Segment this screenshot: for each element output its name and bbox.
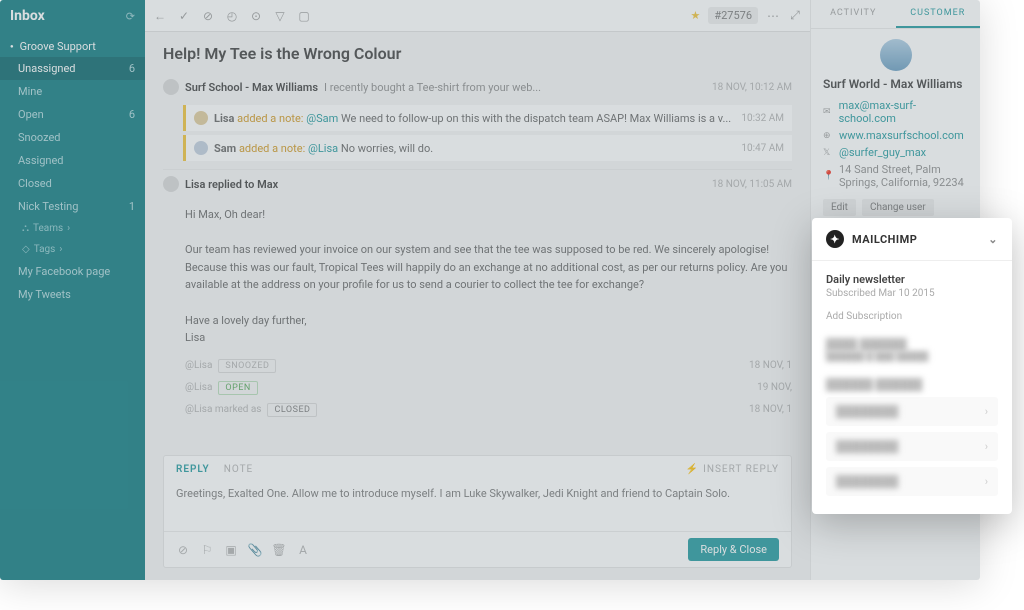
mailchimp-icon: ✦ <box>826 230 844 248</box>
blurred-item: ████████› <box>826 432 998 461</box>
reply-close-button[interactable]: Reply & Close <box>688 538 779 561</box>
sidebar-item-tweets[interactable]: My Tweets <box>0 283 145 306</box>
status-event: @Lisa marked asCLOSED18 NOV, 1 <box>163 399 792 421</box>
ticket-toolbar: ← ✓ ⊘ ◴ ⊙ ▽ ▢ ★ #27576 ⋯ ⤢ <box>145 0 810 32</box>
tab-activity[interactable]: ACTIVITY <box>811 0 896 28</box>
sidebar-item-unassigned[interactable]: Unassigned6 <box>0 57 145 80</box>
edit-customer-button[interactable]: Edit <box>823 199 856 216</box>
customer-avatar <box>880 39 912 71</box>
avatar <box>163 79 179 95</box>
twitter-icon: 𝕏 <box>823 148 833 158</box>
assign-icon[interactable]: ⚐ <box>200 543 214 557</box>
status-event: @LisaOPEN19 NOV, <box>163 377 792 399</box>
back-icon[interactable]: ← <box>153 9 167 23</box>
customer-website[interactable]: ⊕www.maxsurfschool.com <box>823 127 968 144</box>
sidebar-item-assigned[interactable]: Assigned <box>0 149 145 172</box>
filter-icon[interactable]: ▽ <box>273 9 287 23</box>
chevron-down-icon[interactable]: ⌄ <box>988 233 998 246</box>
change-user-button[interactable]: Change user <box>862 199 934 216</box>
mailbox-name[interactable]: Groove Support <box>0 36 145 57</box>
refresh-icon[interactable]: ⟳ <box>126 10 135 23</box>
sidebar-teams[interactable]: ⛬Teams› <box>0 218 145 239</box>
tag-icon[interactable]: ⊘ <box>176 543 190 557</box>
subscription-date: Subscribed Mar 10 2015 <box>826 288 998 299</box>
status-event: @LisaSNOOZED18 NOV, 1 <box>163 355 792 377</box>
blurred-section-label: ████ ██████ <box>826 338 998 351</box>
check-icon[interactable]: ✓ <box>177 9 191 23</box>
sidebar-item-closed[interactable]: Closed <box>0 172 145 195</box>
compose-box: REPLY NOTE ⚡INSERT REPLY Greetings, Exal… <box>163 455 792 568</box>
customer-address: 📍14 Sand Street, Palm Springs, Californi… <box>823 161 968 191</box>
customer-email[interactable]: ✉max@max-surf-school.com <box>823 97 968 127</box>
blurred-section-label: ██████ ██████ <box>826 378 998 391</box>
ticket-title: Help! My Tee is the Wrong Colour <box>145 32 810 73</box>
sidebar-item-snoozed[interactable]: Snoozed <box>0 126 145 149</box>
conversation-thread: Surf School - Max Williams I recently bo… <box>145 73 810 447</box>
sidebar-tags[interactable]: ◇Tags› <box>0 239 145 260</box>
expand-icon[interactable]: ⤢ <box>788 9 802 23</box>
lightning-icon: ⚡ <box>686 464 699 475</box>
blurred-item: ████████› <box>826 397 998 426</box>
message-reply-body: Hi Max, Oh dear! Our team has reviewed y… <box>163 198 792 355</box>
inbox-sidebar: Inbox ⟳ Groove Support Unassigned6 Mine … <box>0 0 145 580</box>
sidebar-item-mine[interactable]: Mine <box>0 80 145 103</box>
internal-note[interactable]: Lisa added a note: @Sam We need to follo… <box>183 105 792 131</box>
tag-icon: ◇ <box>22 244 30 255</box>
compose-textarea[interactable]: Greetings, Exalted One. Allow me to intr… <box>164 481 791 531</box>
insert-reply-button[interactable]: ⚡INSERT REPLY <box>686 464 779 475</box>
customer-name: Surf World - Max Williams <box>823 77 968 91</box>
trash-icon[interactable]: 🗑 <box>272 543 286 557</box>
internal-note[interactable]: Sam added a note: @Lisa No worries, will… <box>183 135 792 161</box>
format-icon[interactable]: A <box>296 543 310 557</box>
globe-icon: ⊕ <box>823 131 833 141</box>
pin-icon: 📍 <box>823 171 833 181</box>
avatar <box>194 111 208 125</box>
ticket-number[interactable]: #27576 <box>708 7 758 24</box>
message-reply-header[interactable]: Lisa replied to Max 18 NOV, 11:05 AM <box>163 169 792 198</box>
compose-tab-reply[interactable]: REPLY <box>176 464 210 475</box>
assign-icon[interactable]: ⊙ <box>249 9 263 23</box>
more-icon[interactable]: ⋯ <box>766 9 780 23</box>
mailchimp-header[interactable]: ✦ MAILCHIMP ⌄ <box>812 218 1012 261</box>
attach-icon[interactable]: 📎 <box>248 543 262 557</box>
sidebar-item-nick-testing[interactable]: Nick Testing1 <box>0 195 145 218</box>
blurred-item: ████████› <box>826 467 998 496</box>
avatar <box>194 141 208 155</box>
avatar <box>163 176 179 192</box>
main-panel: ← ✓ ⊘ ◴ ⊙ ▽ ▢ ★ #27576 ⋯ ⤢ Help! My Tee … <box>145 0 810 580</box>
mailchimp-widget: ✦ MAILCHIMP ⌄ Daily newsletter Subscribe… <box>812 218 1012 514</box>
compose-tab-note[interactable]: NOTE <box>224 464 254 475</box>
clock-icon[interactable]: ◴ <box>225 9 239 23</box>
image-icon[interactable]: ▣ <box>224 543 238 557</box>
tab-customer[interactable]: CUSTOMER <box>896 0 981 28</box>
archive-icon[interactable]: ▢ <box>297 9 311 23</box>
add-subscription-button[interactable]: Add Subscription <box>826 311 998 322</box>
mail-icon: ✉ <box>823 107 833 117</box>
sidebar-title: Inbox <box>10 8 45 24</box>
tag-icon[interactable]: ⊘ <box>201 9 215 23</box>
newsletter-name: Daily newsletter <box>826 273 998 286</box>
sidebar-item-facebook[interactable]: My Facebook page <box>0 260 145 283</box>
customer-twitter[interactable]: 𝕏@surfer_guy_max <box>823 144 968 161</box>
sidebar-item-open[interactable]: Open6 <box>0 103 145 126</box>
message-original[interactable]: Surf School - Max Williams I recently bo… <box>163 73 792 101</box>
team-icon: ⛬ <box>22 223 29 234</box>
star-icon[interactable]: ★ <box>690 9 700 22</box>
